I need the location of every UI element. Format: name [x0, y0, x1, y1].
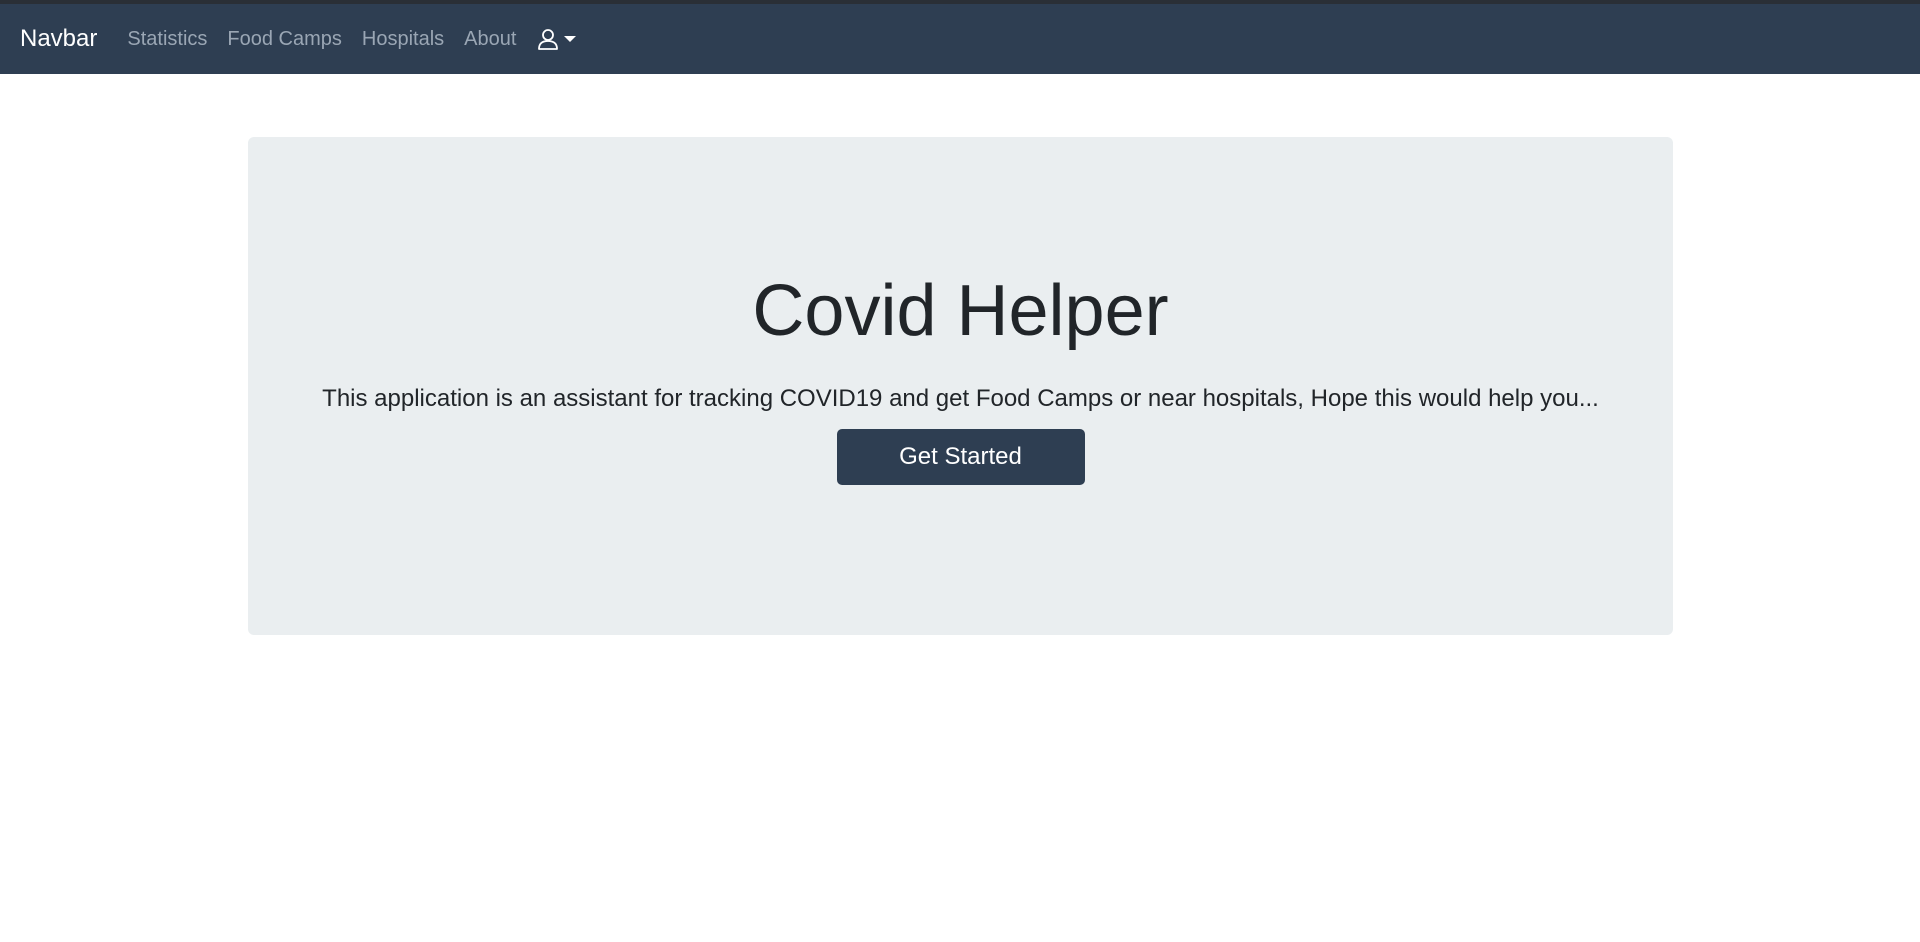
hero-title: Covid Helper [752, 271, 1169, 351]
navbar-brand[interactable]: Navbar [20, 25, 97, 53]
get-started-button[interactable]: Get Started [836, 429, 1085, 486]
user-dropdown-toggle[interactable] [536, 27, 577, 51]
nav-link-hospitals[interactable]: Hospitals [362, 28, 444, 51]
hero-lead-text: This application is an assistant for tra… [322, 385, 1599, 413]
nav-link-food-camps[interactable]: Food Camps [227, 28, 342, 51]
user-icon [538, 29, 559, 50]
caret-down-icon [564, 36, 577, 42]
navbar: Navbar Statistics Food Camps Hospitals A… [0, 4, 1920, 74]
hero-jumbotron: Covid Helper This application is an assi… [248, 137, 1673, 635]
nav-link-about[interactable]: About [464, 28, 516, 51]
nav-link-statistics[interactable]: Statistics [127, 28, 207, 51]
